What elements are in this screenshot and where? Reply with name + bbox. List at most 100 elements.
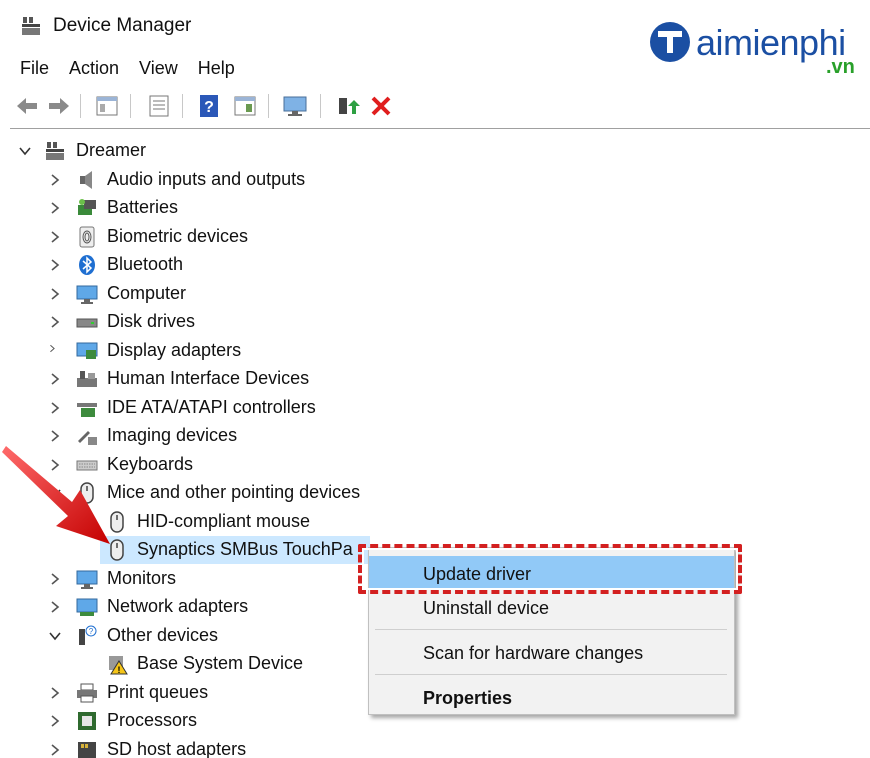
- tree-root[interactable]: Dreamer: [0, 137, 870, 165]
- category-print-queues[interactable]: Print queues: [0, 679, 360, 707]
- category-bluetooth[interactable]: Bluetooth: [0, 251, 870, 279]
- category-network[interactable]: Network adapters: [0, 593, 360, 621]
- category-batteries[interactable]: Batteries: [0, 194, 870, 222]
- battery-icon: [78, 199, 96, 215]
- annotation-highlight: [358, 544, 742, 594]
- back-icon[interactable]: [14, 92, 40, 120]
- category-ide[interactable]: IDE ATA/ATAPI controllers: [0, 394, 870, 422]
- category-label: Network adapters: [107, 596, 249, 616]
- device-hid-mouse[interactable]: HID-compliant mouse: [0, 508, 870, 536]
- menu-file[interactable]: File: [10, 56, 59, 82]
- computer-tree-icon: [46, 142, 64, 160]
- properties-icon[interactable]: [94, 92, 120, 120]
- category-monitors[interactable]: Monitors: [0, 565, 360, 593]
- category-disk-drives[interactable]: Disk drives: [0, 308, 870, 336]
- category-label: Computer: [107, 283, 187, 303]
- chevron-right-icon[interactable]: [48, 572, 62, 586]
- menu-item-label: Uninstall device: [423, 598, 550, 618]
- monitor-icon[interactable]: [282, 92, 308, 120]
- category-label: Monitors: [107, 568, 177, 588]
- chevron-down-icon[interactable]: [18, 144, 32, 158]
- device-manager-icon: [22, 17, 40, 35]
- speaker-icon: [80, 171, 92, 189]
- chevron-down-icon[interactable]: [48, 629, 62, 643]
- category-label: Disk drives: [107, 311, 196, 331]
- category-biometric[interactable]: Biometric devices: [0, 223, 870, 251]
- logo-suffix: .vn: [826, 56, 855, 78]
- category-label: Processors: [107, 710, 198, 730]
- menu-separator: [375, 674, 727, 675]
- svg-text:!: !: [118, 665, 121, 675]
- toolbar-separator: [320, 94, 321, 118]
- toolbar-divider: [10, 128, 870, 129]
- device-label: Base System Device: [137, 653, 304, 673]
- chevron-right-icon[interactable]: [48, 173, 62, 187]
- category-computer[interactable]: Computer: [0, 280, 870, 308]
- chevron-right-icon[interactable]: [48, 743, 62, 757]
- category-label: Audio inputs and outputs: [107, 169, 306, 189]
- chevron-right-icon[interactable]: [48, 344, 62, 358]
- category-label: Biometric devices: [107, 226, 249, 246]
- category-sd-host[interactable]: SD host adapters: [0, 736, 360, 758]
- svg-text:?: ?: [204, 99, 214, 116]
- menu-action[interactable]: Action: [59, 56, 129, 82]
- taimienphi-logo: aimienphi .vn: [644, 16, 870, 78]
- category-audio[interactable]: Audio inputs and outputs: [0, 166, 870, 194]
- menu-separator: [375, 629, 727, 630]
- chevron-right-icon[interactable]: [48, 201, 62, 215]
- category-processors[interactable]: Processors: [0, 707, 360, 735]
- chevron-right-icon[interactable]: [48, 401, 62, 415]
- printer-icon: [77, 683, 97, 703]
- category-label: Bluetooth: [107, 254, 184, 274]
- chevron-right-icon[interactable]: [48, 600, 62, 614]
- chevron-right-icon[interactable]: [48, 372, 62, 386]
- logo-text: aimienphi: [696, 22, 846, 63]
- ide-icon: [77, 403, 97, 417]
- logo-t-icon: [650, 22, 690, 62]
- update-driver-icon[interactable]: [146, 92, 172, 120]
- device-synaptics-touchpad[interactable]: Synaptics SMBus TouchPa: [100, 536, 370, 564]
- tree-root-label: Dreamer: [76, 140, 147, 160]
- chevron-right-icon[interactable]: [48, 287, 62, 301]
- svg-text:?: ?: [89, 627, 94, 636]
- category-label: SD host adapters: [107, 739, 247, 758]
- help-icon[interactable]: ?: [196, 92, 222, 120]
- category-hid[interactable]: Human Interface Devices: [0, 365, 870, 393]
- menu-view[interactable]: View: [129, 56, 188, 82]
- category-label: Other devices: [107, 625, 219, 645]
- enable-device-icon[interactable]: [334, 92, 360, 120]
- bluetooth-icon: [79, 255, 95, 275]
- unknown-device-icon: ?: [79, 625, 97, 645]
- device-label: Synaptics SMBus TouchPa: [137, 539, 353, 559]
- annotation-arrow-icon: [2, 446, 110, 544]
- menu-item-properties[interactable]: Properties: [369, 680, 734, 714]
- category-imaging[interactable]: Imaging devices: [0, 422, 870, 450]
- menu-item-scan-hardware[interactable]: Scan for hardware changes: [369, 635, 734, 669]
- chevron-right-icon[interactable]: [48, 686, 62, 700]
- uninstall-icon[interactable]: [368, 92, 394, 120]
- network-icon: [76, 598, 98, 616]
- category-keyboards[interactable]: Keyboards: [0, 451, 870, 479]
- sd-card-icon: [78, 742, 96, 758]
- fingerprint-icon: [79, 226, 95, 248]
- category-label: IDE ATA/ATAPI controllers: [107, 397, 316, 417]
- category-mice[interactable]: Mice and other pointing devices: [0, 479, 870, 507]
- chevron-right-icon[interactable]: [48, 258, 62, 272]
- processor-icon: [78, 712, 96, 730]
- view-icon[interactable]: [232, 92, 258, 120]
- disk-icon: [76, 318, 98, 328]
- window-title: Device Manager: [53, 15, 192, 36]
- toolbar-separator: [80, 94, 81, 118]
- forward-icon[interactable]: [46, 92, 72, 120]
- device-base-system[interactable]: ! Base System Device: [0, 650, 360, 678]
- chevron-right-icon[interactable]: [48, 714, 62, 728]
- category-other-devices[interactable]: ? Other devices: [0, 622, 360, 650]
- menu-item-uninstall-device[interactable]: Uninstall device: [369, 590, 734, 624]
- menu-bar: File Action View Help: [10, 56, 245, 82]
- menu-help[interactable]: Help: [188, 56, 245, 82]
- chevron-right-icon[interactable]: [48, 230, 62, 244]
- category-label: Batteries: [107, 197, 179, 217]
- category-display-adapters[interactable]: Display adapters: [0, 337, 870, 365]
- category-label: Mice and other pointing devices: [107, 482, 361, 502]
- chevron-right-icon[interactable]: [48, 315, 62, 329]
